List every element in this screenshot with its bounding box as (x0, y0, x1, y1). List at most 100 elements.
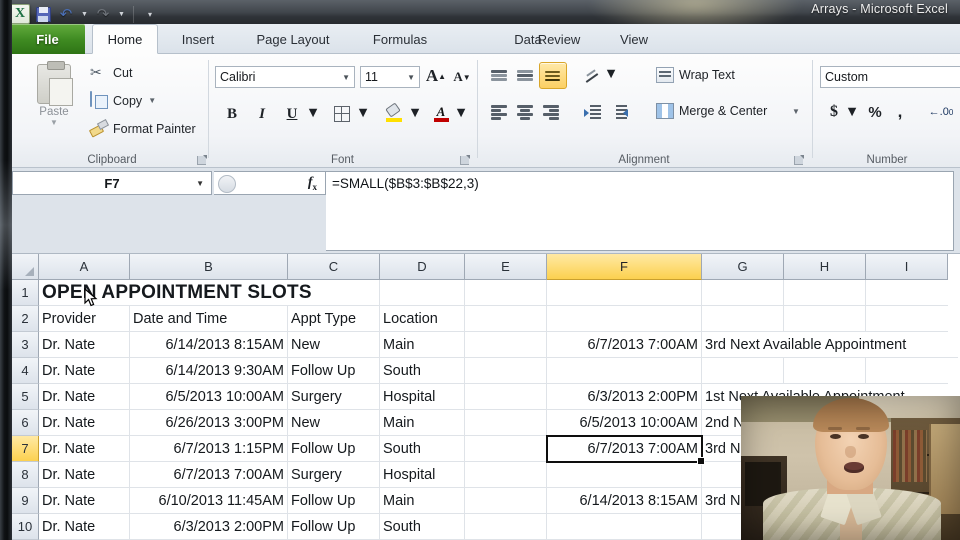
cell-b5[interactable]: 6/5/2013 10:00AM (130, 384, 288, 410)
increase-font-size-icon[interactable]: A ▲ (424, 64, 448, 88)
merge-center-label[interactable]: Merge & Center (679, 104, 767, 118)
cell-c3[interactable]: New (288, 332, 380, 358)
merge-center-dropdown-icon[interactable]: ▼ (792, 107, 800, 116)
decrease-indent-icon[interactable] (581, 100, 605, 124)
excel-logo-icon[interactable]: X (10, 4, 30, 24)
font-dialog-launcher-icon[interactable] (460, 155, 470, 165)
cell-b7[interactable]: 6/7/2013 1:15PM (130, 436, 288, 462)
cell-f9[interactable]: 6/14/2013 8:15AM (547, 488, 702, 514)
name-box[interactable]: F7 ▼ (12, 171, 212, 195)
tab-review[interactable]: Review (524, 24, 594, 54)
align-center-icon[interactable] (513, 100, 537, 124)
clipboard-dialog-launcher-icon[interactable] (197, 155, 207, 165)
cell-d8[interactable]: Hospital (380, 462, 465, 488)
cell-b3[interactable]: 6/14/2013 8:15AM (130, 332, 288, 358)
accounting-dropdown-icon[interactable]: ▼ (845, 104, 859, 120)
cell-a4[interactable]: Dr. Nate (39, 358, 130, 384)
cell-c6[interactable]: New (288, 410, 380, 436)
cell-d6[interactable]: Main (380, 410, 465, 436)
cell-d4[interactable]: South (380, 358, 465, 384)
redo-dropdown-icon[interactable]: ▼ (116, 4, 127, 24)
font-name-dropdown-icon[interactable]: ▼ (342, 73, 350, 82)
cell-f7[interactable]: 6/7/2013 7:00AM (547, 436, 702, 462)
cell-d7[interactable]: South (380, 436, 465, 462)
save-icon[interactable] (33, 4, 53, 24)
cell-d3[interactable]: Main (380, 332, 465, 358)
formula-input[interactable]: =SMALL($B$3:$B$22,3) (326, 171, 954, 251)
row-header-5[interactable]: 5 (12, 384, 39, 410)
underline-dropdown-icon[interactable]: ▼ (306, 105, 320, 121)
cell-a2[interactable]: Provider (39, 306, 130, 332)
tab-home[interactable]: Home (92, 24, 158, 54)
format-painter-button[interactable]: Format Painter (90, 120, 196, 137)
column-header-a[interactable]: A (39, 254, 130, 280)
cell-b8[interactable]: 6/7/2013 7:00AM (130, 462, 288, 488)
percent-format-icon[interactable]: % (864, 100, 886, 124)
column-header-g[interactable]: G (702, 254, 784, 280)
orientation-dropdown-icon[interactable]: ▼ (604, 66, 618, 82)
cell-c5[interactable]: Surgery (288, 384, 380, 410)
cell-d5[interactable]: Hospital (380, 384, 465, 410)
cut-button[interactable]: ✂ Cut (90, 64, 132, 81)
row-header-6[interactable]: 6 (12, 410, 39, 436)
cell-d10[interactable]: South (380, 514, 465, 540)
wrap-text-icon[interactable] (654, 64, 676, 86)
row-header-1[interactable]: 1 (12, 280, 39, 306)
cell-a9[interactable]: Dr. Nate (39, 488, 130, 514)
paste-button[interactable]: Paste ▼ (26, 60, 82, 144)
bottom-align-icon[interactable] (539, 62, 567, 89)
row-header-9[interactable]: 9 (12, 488, 39, 514)
cell-c4[interactable]: Follow Up (288, 358, 380, 384)
column-header-c[interactable]: C (288, 254, 380, 280)
cell-a3[interactable]: Dr. Nate (39, 332, 130, 358)
tab-formulas[interactable]: Formulas (356, 24, 444, 54)
undo-dropdown-icon[interactable]: ▼ (79, 4, 90, 24)
bold-button[interactable]: B (220, 102, 244, 126)
row-header-10[interactable]: 10 (12, 514, 39, 540)
cell-f3[interactable]: 6/7/2013 7:00AM (547, 332, 702, 358)
cell-g3[interactable]: 3rd Next Available Appointment (702, 332, 958, 358)
font-name-input[interactable]: Calibri ▼ (215, 66, 355, 88)
increase-decimal-icon[interactable]: ←.0 0 (926, 100, 956, 124)
cell-c10[interactable]: Follow Up (288, 514, 380, 540)
cell-a5[interactable]: Dr. Nate (39, 384, 130, 410)
underline-button[interactable]: U (280, 102, 304, 126)
cell-b6[interactable]: 6/26/2013 3:00PM (130, 410, 288, 436)
undo-icon[interactable]: ↶ (56, 4, 76, 24)
redo-icon[interactable]: ↷ (93, 4, 113, 24)
fill-color-dropdown-icon[interactable]: ▼ (408, 105, 422, 121)
insert-function-circle-icon[interactable] (218, 175, 236, 193)
copy-button[interactable]: Copy ▼ (90, 91, 156, 109)
alignment-dialog-launcher-icon[interactable] (794, 155, 804, 165)
cell-a7[interactable]: Dr. Nate (39, 436, 130, 462)
select-all-corner[interactable] (12, 254, 39, 280)
cell-c7[interactable]: Follow Up (288, 436, 380, 462)
decrease-font-size-icon[interactable]: A ▼ (450, 65, 474, 89)
copy-dropdown-icon[interactable]: ▼ (148, 96, 156, 105)
font-size-input[interactable]: 11 ▼ (360, 66, 420, 88)
cell-b9[interactable]: 6/10/2013 11:45AM (130, 488, 288, 514)
align-right-icon[interactable] (539, 100, 563, 124)
column-header-d[interactable]: D (380, 254, 465, 280)
cell-f5[interactable]: 6/3/2013 2:00PM (547, 384, 702, 410)
font-color-icon[interactable]: A (432, 103, 450, 123)
column-header-h[interactable]: H (784, 254, 866, 280)
row-header-3[interactable]: 3 (12, 332, 39, 358)
customize-quick-access-toolbar-icon[interactable]: ▾ (140, 4, 160, 24)
cell-b4[interactable]: 6/14/2013 9:30AM (130, 358, 288, 384)
comma-format-icon[interactable]: , (890, 100, 910, 124)
cell-b10[interactable]: 6/3/2013 2:00PM (130, 514, 288, 540)
cell-a8[interactable]: Dr. Nate (39, 462, 130, 488)
cell-c9[interactable]: Follow Up (288, 488, 380, 514)
align-left-icon[interactable] (487, 100, 511, 124)
middle-align-icon[interactable] (513, 64, 537, 88)
column-header-f[interactable]: F (547, 254, 702, 280)
insert-function-icon[interactable]: fx (308, 175, 317, 192)
cell-c8[interactable]: Surgery (288, 462, 380, 488)
cell-d9[interactable]: Main (380, 488, 465, 514)
increase-indent-icon[interactable] (607, 100, 631, 124)
row-header-7[interactable]: 7 (12, 436, 39, 462)
cell-a10[interactable]: Dr. Nate (39, 514, 130, 540)
top-align-icon[interactable] (487, 64, 511, 88)
number-format-input[interactable]: Custom (820, 66, 960, 88)
